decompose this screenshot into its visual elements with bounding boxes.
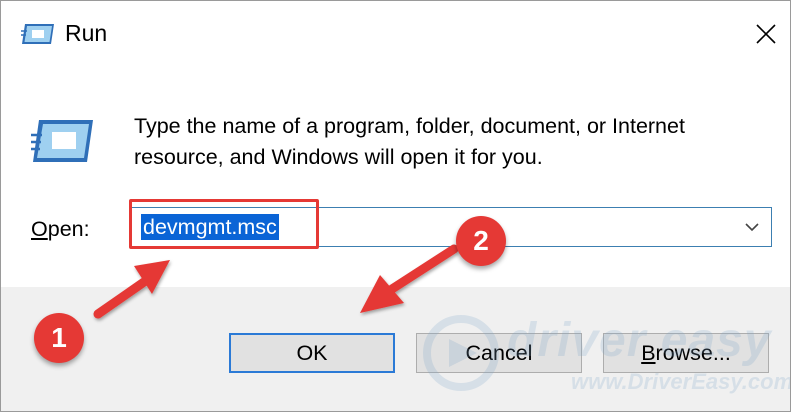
dropdown-button[interactable]: [741, 216, 763, 238]
title-bar[interactable]: Run: [1, 1, 790, 65]
open-input[interactable]: devmgmt.msc: [141, 214, 279, 240]
button-bar: OK Cancel Browse...: [1, 287, 790, 411]
browse-accel: B: [641, 340, 656, 365]
open-label-text: pen:: [47, 217, 90, 241]
close-icon: [756, 24, 776, 44]
run-dialog: Run Type the name of a program, folder, …: [0, 0, 791, 412]
open-label-accel: O: [31, 217, 48, 241]
dialog-description: Type the name of a program, folder, docu…: [134, 114, 685, 169]
browse-text: rowse...: [655, 340, 731, 365]
cancel-button[interactable]: Cancel: [416, 333, 582, 373]
dialog-body: Type the name of a program, folder, docu…: [1, 65, 790, 287]
run-icon: [31, 120, 93, 162]
open-combobox[interactable]: devmgmt.msc: [130, 207, 772, 247]
chevron-down-icon: [745, 223, 759, 232]
ok-button[interactable]: OK: [229, 333, 395, 373]
window-title: Run: [65, 20, 108, 46]
close-button[interactable]: [749, 17, 783, 51]
run-icon: [21, 24, 54, 44]
open-label: Open:: [31, 217, 90, 242]
browse-button[interactable]: Browse...: [603, 333, 769, 373]
